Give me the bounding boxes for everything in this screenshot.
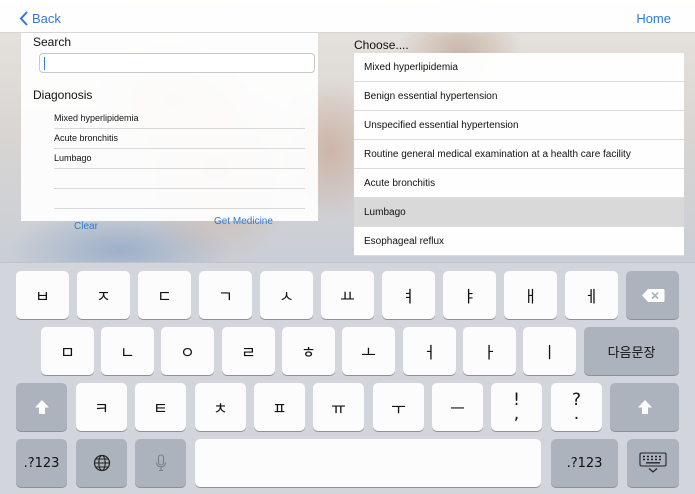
choose-label: Choose.... xyxy=(354,38,409,52)
diagnosis-item[interactable] xyxy=(54,169,305,189)
shift-key-right[interactable] xyxy=(610,383,679,431)
key[interactable]: ㅗ xyxy=(342,327,395,375)
return-key[interactable]: 다음문장 xyxy=(584,327,679,375)
diagnosis-label: Diagonosis xyxy=(33,88,93,102)
search-input[interactable] xyxy=(39,53,315,73)
key[interactable]: ㅌ xyxy=(135,383,186,431)
key[interactable]: ㅑ xyxy=(443,271,496,319)
shift-arrow-icon xyxy=(637,400,652,414)
navigation-bar: Back Home xyxy=(0,0,695,33)
key[interactable]: ㄷ xyxy=(138,271,191,319)
choose-option[interactable]: Routine general medical examination at a… xyxy=(354,140,684,169)
diagnosis-list: Mixed hyperlipidemia Acute bronchitis Lu… xyxy=(54,109,305,209)
microphone-icon xyxy=(155,454,166,472)
chevron-left-icon xyxy=(19,10,28,26)
diagnosis-item[interactable]: Lumbago xyxy=(54,149,305,169)
key[interactable]: ㅜ xyxy=(373,383,424,431)
numbers-key-right[interactable]: .?123 xyxy=(551,439,618,487)
choose-option[interactable]: Benign essential hypertension xyxy=(354,82,684,111)
key[interactable]: ㅊ xyxy=(195,383,246,431)
search-label: Search xyxy=(33,35,72,49)
key[interactable]: ㅁ xyxy=(41,327,94,375)
key-bottom-glyph: . xyxy=(573,404,580,424)
keyboard-dismiss-icon xyxy=(639,452,667,473)
diagnosis-item[interactable]: Mixed hyperlipidemia xyxy=(54,109,305,129)
key-bottom-glyph: , xyxy=(513,404,520,424)
choose-option-selected[interactable]: Lumbago xyxy=(354,198,684,227)
numbers-key-left[interactable]: .?123 xyxy=(16,439,67,487)
backspace-key[interactable] xyxy=(626,271,679,319)
key[interactable]: ㅔ xyxy=(565,271,618,319)
backspace-icon xyxy=(641,288,664,302)
diagnosis-item[interactable] xyxy=(54,189,305,209)
left-panel: Search Diagonosis Mixed hyperlipidemia A… xyxy=(21,33,318,221)
key[interactable]: ㅅ xyxy=(260,271,313,319)
key[interactable]: ㅡ xyxy=(432,383,483,431)
key[interactable]: ㅈ xyxy=(77,271,130,319)
home-button[interactable]: Home xyxy=(636,11,671,26)
globe-key[interactable] xyxy=(76,439,127,487)
shift-key-left[interactable] xyxy=(16,383,67,431)
back-button[interactable]: Back xyxy=(19,10,61,26)
clear-button[interactable]: Clear xyxy=(74,221,98,232)
korean-keyboard: ㅂ ㅈ ㄷ ㄱ ㅅ ㅛ ㅕ ㅑ ㅐ ㅔ ㅁ ㄴ ㅇ ㄹ ㅎ ㅗ ㅓ ㅏ ㅣ 다음… xyxy=(0,262,695,494)
key[interactable]: ㅐ xyxy=(504,271,557,319)
shift-arrow-icon xyxy=(34,400,49,414)
key[interactable]: ㅣ xyxy=(523,327,576,375)
exclamation-comma-key[interactable]: ! , xyxy=(491,383,542,431)
choose-option[interactable]: Acute bronchitis xyxy=(354,169,684,198)
space-key[interactable] xyxy=(195,439,541,487)
text-cursor xyxy=(44,57,45,70)
back-label: Back xyxy=(32,10,61,26)
diagnosis-item[interactable]: Acute bronchitis xyxy=(54,129,305,149)
get-medicine-button[interactable]: Get Medicine xyxy=(214,216,273,227)
key[interactable]: ㅎ xyxy=(282,327,335,375)
key[interactable]: ㅕ xyxy=(382,271,435,319)
question-period-key[interactable]: ? . xyxy=(551,383,602,431)
key[interactable]: ㅛ xyxy=(321,271,374,319)
dictation-key[interactable] xyxy=(135,439,186,487)
globe-icon xyxy=(93,454,110,472)
key[interactable]: ㅏ xyxy=(463,327,516,375)
key[interactable]: ㅂ xyxy=(16,271,69,319)
key[interactable]: ㅋ xyxy=(76,383,127,431)
key[interactable]: ㅓ xyxy=(403,327,456,375)
choose-option[interactable]: Mixed hyperlipidemia xyxy=(354,53,684,82)
key[interactable]: ㄱ xyxy=(199,271,252,319)
key[interactable]: ㅠ xyxy=(313,383,364,431)
key[interactable]: ㅇ xyxy=(161,327,214,375)
dismiss-keyboard-key[interactable] xyxy=(627,439,679,487)
key[interactable]: ㄹ xyxy=(222,327,275,375)
choose-list: Mixed hyperlipidemia Benign essential hy… xyxy=(354,53,684,256)
choose-option[interactable]: Esophageal reflux xyxy=(354,227,684,256)
choose-option[interactable]: Unspecified essential hypertension xyxy=(354,111,684,140)
key[interactable]: ㅍ xyxy=(254,383,305,431)
key[interactable]: ㄴ xyxy=(101,327,154,375)
